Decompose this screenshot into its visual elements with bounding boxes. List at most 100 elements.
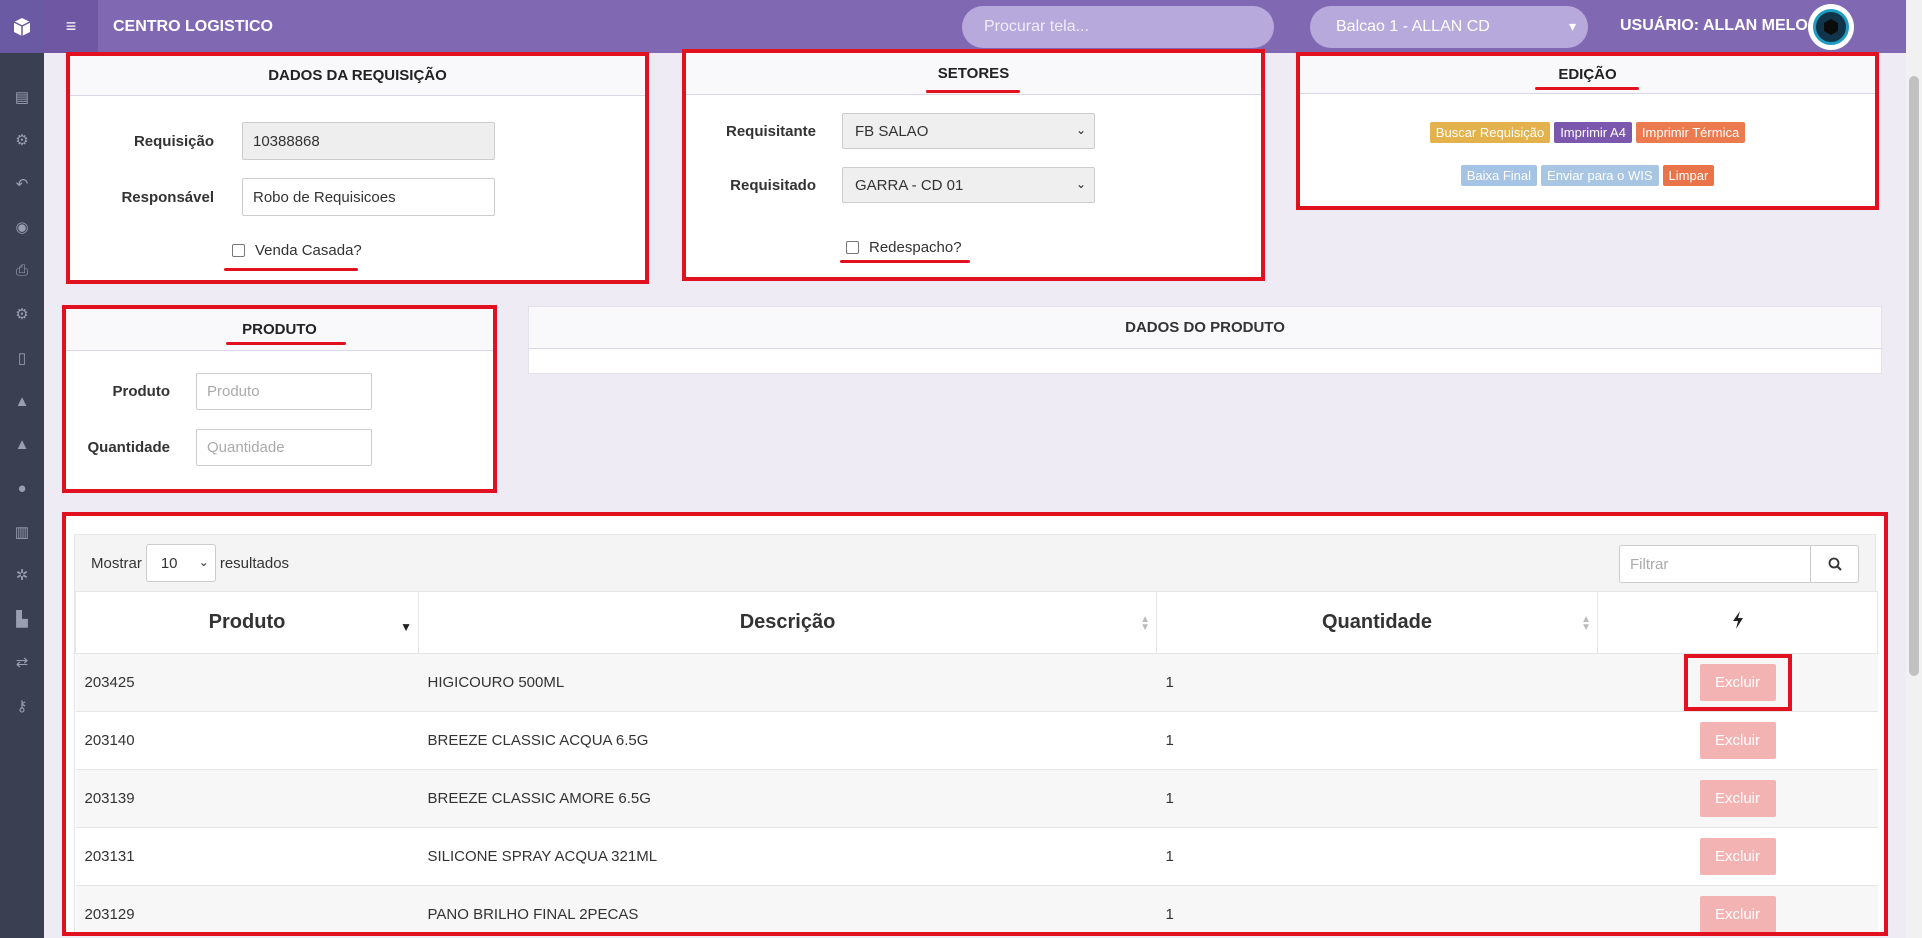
dados-produto-panel: DADOS DO PRODUTO [528, 306, 1882, 374]
sidebar-exchange-icon[interactable]: ⇄ [0, 641, 44, 685]
cell-produto: 203131 [75, 827, 419, 886]
redespacho-label: Redespacho? [869, 239, 962, 256]
search-icon[interactable] [1811, 545, 1859, 583]
produto-panel: PRODUTO Produto Quantidade [62, 305, 497, 493]
col-header-actions [1597, 591, 1878, 654]
sidebar: ▤ ⚙ ↶ ◉ ⎙ ⚙ ▯ ▲ ▲ ● ▥ ✲ ▙ ⇄ ⚷ [0, 0, 44, 938]
produtos-table: Produto ▼ Descrição ▲ ▼ Quantidade ▲ ▼ 203425… [75, 591, 1878, 932]
scrollbar[interactable] [1906, 0, 1922, 938]
excluir-button[interactable]: Excluir [1699, 664, 1776, 701]
sidebar-boxes-icon[interactable]: ⚙ [0, 119, 44, 163]
sidebar-cogs-icon[interactable]: ✲ [0, 554, 44, 598]
responsavel-field[interactable]: Robo de Requisicoes [242, 178, 495, 216]
table-row: 203425 HIGICOURO 500ML 1 Excluir [75, 653, 1878, 712]
excluir-button[interactable]: Excluir [1699, 722, 1776, 759]
produtos-table-panel: Mostrar 10 ⌄ resultados Filtrar Produto ▼… [62, 512, 1888, 936]
annotation-box: Excluir [1683, 654, 1792, 711]
page-size-select[interactable]: 10 ⌄ [145, 544, 216, 582]
cell-descricao: PANO BRILHO FINAL 2PECAS [418, 885, 1157, 932]
sort-icon: ▲ ▼ [1140, 614, 1150, 633]
annotation-underline [226, 342, 346, 345]
chevron-down-icon: ⌄ [198, 555, 209, 569]
sidebar-key-icon[interactable]: ⚷ [0, 684, 44, 728]
baixa-final-button[interactable]: Baixa Final [1460, 165, 1538, 186]
hamburger-menu-icon[interactable]: ≡ [44, 0, 98, 53]
excluir-button[interactable]: Excluir [1699, 780, 1776, 817]
panel-title: DADOS DA REQUISIÇÃO [70, 56, 645, 96]
show-label: Mostrar [91, 554, 142, 572]
redespacho-checkbox[interactable] [846, 241, 859, 254]
cell-quantidade: 1 [1156, 827, 1598, 886]
cell-descricao: BREEZE CLASSIC ACQUA 6.5G [418, 711, 1157, 770]
sidebar-book-icon[interactable]: ▤ [0, 75, 44, 119]
search-screen-input[interactable] [962, 6, 1274, 48]
box-icon[interactable] [0, 0, 44, 53]
sidebar-forklift-icon[interactable]: ▙ [0, 597, 44, 641]
requisicao-label: Requisição [133, 132, 214, 150]
venda-casada-checkbox[interactable] [232, 244, 245, 257]
quantidade-input[interactable] [196, 429, 372, 466]
col-header-label: Descrição [739, 611, 836, 633]
produto-input[interactable] [196, 373, 372, 410]
sidebar-road-icon[interactable]: ▲ [0, 380, 44, 424]
buscar-requisicao-button[interactable]: Buscar Requisição [1429, 122, 1551, 143]
cell-quantidade: 1 [1156, 769, 1598, 828]
cell-quantidade: 1 [1156, 885, 1598, 932]
sort-icon: ▲ ▼ [1581, 614, 1591, 633]
sidebar-bar-chart-icon[interactable]: ▥ [0, 510, 44, 554]
requisitado-select[interactable]: GARRA - CD 01 ⌄ [842, 167, 1095, 203]
quantidade-label: Quantidade [87, 439, 170, 456]
table-row: 203129 PANO BRILHO FINAL 2PECAS 1 Exclui… [75, 885, 1878, 932]
balcao-value: Balcao 1 - ALLAN CD [1336, 18, 1490, 35]
col-header-descricao[interactable]: Descrição ▲ ▼ [418, 591, 1157, 654]
sidebar-cubes-icon[interactable]: ⚙ [0, 293, 44, 337]
requisitado-label: Requisitado [730, 176, 816, 194]
col-header-quantidade[interactable]: Quantidade ▲ ▼ [1156, 591, 1598, 654]
cell-produto: 203140 [75, 711, 419, 770]
excluir-button[interactable]: Excluir [1699, 896, 1776, 932]
balcao-select[interactable]: Balcao 1 - ALLAN CD ▾ [1310, 6, 1588, 48]
table-row: 203139 BREEZE CLASSIC AMORE 6.5G 1 Exclu… [75, 769, 1878, 828]
venda-casada-label: Venda Casada? [255, 242, 362, 259]
cell-produto: 203139 [75, 769, 419, 828]
annotation-underline [1535, 87, 1639, 90]
sidebar-road2-icon[interactable]: ▲ [0, 423, 44, 467]
results-label: resultados [219, 554, 290, 572]
sidebar-reply-icon[interactable]: ↶ [0, 162, 44, 206]
panel-title: SETORES [686, 53, 1261, 95]
annotation-underline [926, 90, 1020, 93]
cell-produto: 203425 [75, 653, 419, 712]
avatar[interactable] [1808, 4, 1854, 50]
cell-quantidade: 1 [1156, 711, 1598, 770]
cell-descricao: BREEZE CLASSIC AMORE 6.5G [418, 769, 1157, 828]
col-header-produto[interactable]: Produto ▼ [75, 591, 419, 654]
enviar-wis-button[interactable]: Enviar para o WIS [1541, 165, 1659, 186]
sidebar-eye-icon[interactable]: ◉ [0, 206, 44, 250]
requisitante-label: Requisitante [725, 122, 816, 140]
sidebar-mobile-icon[interactable]: ▯ [0, 336, 44, 380]
page-size-value: 10 [160, 554, 178, 572]
panel-title: DADOS DO PRODUTO [529, 307, 1881, 349]
cell-descricao: HIGICOURO 500ML [418, 653, 1157, 712]
user-label: USUÁRIO: ALLAN MELO [1620, 17, 1808, 34]
chevron-down-icon: ⌄ [1075, 123, 1086, 137]
scrollbar-thumb[interactable] [1909, 76, 1919, 676]
sort-desc-icon: ▼ [400, 620, 412, 634]
cell-produto: 203129 [75, 885, 419, 932]
filter-input[interactable]: Filtrar [1619, 545, 1811, 583]
chevron-down-icon: ⌄ [1075, 177, 1086, 191]
sidebar-print-icon[interactable]: ⎙ [0, 249, 44, 293]
imprimir-termica-button[interactable]: Imprimir Térmica [1635, 122, 1746, 143]
col-header-label: Produto [208, 611, 286, 633]
setores-panel: SETORES Requisitante FB SALAO ⌄ Requisit… [682, 49, 1265, 281]
requisitante-select[interactable]: FB SALAO ⌄ [842, 113, 1095, 149]
requisicao-field[interactable]: 10388868 [242, 122, 495, 160]
produto-label: Produto [112, 383, 171, 400]
table-row: 203131 SILICONE SPRAY ACQUA 321ML 1 Excl… [75, 827, 1878, 886]
sidebar-user-icon[interactable]: ● [0, 467, 44, 511]
limpar-button[interactable]: Limpar [1662, 165, 1715, 186]
excluir-button[interactable]: Excluir [1699, 838, 1776, 875]
imprimir-a4-button[interactable]: Imprimir A4 [1554, 122, 1632, 143]
chevron-down-icon: ▾ [1568, 18, 1576, 34]
annotation-underline [840, 260, 970, 263]
